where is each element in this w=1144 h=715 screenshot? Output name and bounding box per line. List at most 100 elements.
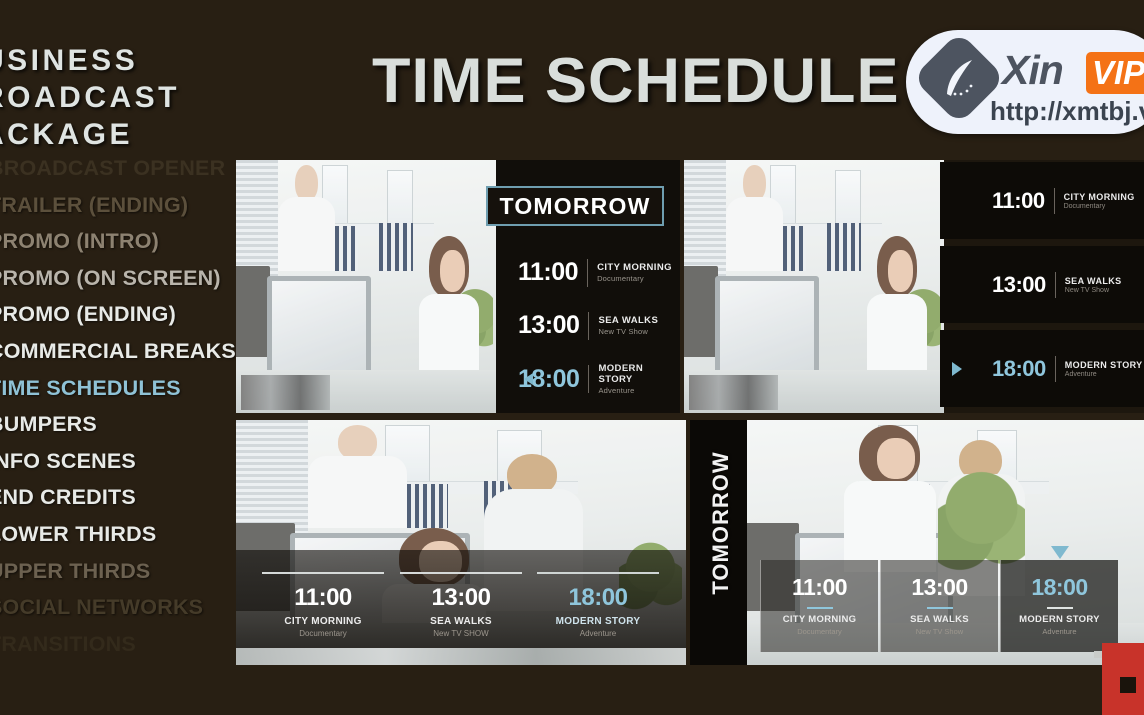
- entry-title: SEA WALKS: [910, 614, 969, 625]
- entry-subtitle: Adventure: [1064, 370, 1097, 378]
- schedule-preview-3[interactable]: 11:00 CITY MORNING Documentary 13:00 SEA…: [236, 420, 686, 665]
- schedule-row[interactable]: 11:00 CITY MORNING Documentary: [940, 162, 1144, 239]
- entry-title: CITY MORNING: [597, 262, 672, 273]
- entry-time: 11:00: [992, 187, 1045, 213]
- schedule-row-highlighted[interactable]: 18:00 MODERN STORY Adventure: [518, 363, 680, 395]
- sidebar-item-transitions[interactable]: TRANSITIONS: [0, 626, 238, 663]
- entry-title: SEA WALKS: [1064, 275, 1122, 286]
- schedule-row[interactable]: 13:00 SEA WALKS New TV Show: [940, 246, 1144, 323]
- watermark-brand: Xin: [1002, 47, 1064, 93]
- entry-time: 11:00: [791, 574, 848, 600]
- entry-time: 11:00: [518, 258, 579, 286]
- entry-subtitle: Adventure: [598, 386, 635, 395]
- sidebar-item-promo-intro[interactable]: PROMO (INTRO): [0, 223, 238, 260]
- entry-subtitle: Adventure: [579, 629, 617, 638]
- entry-time: 13:00: [992, 271, 1046, 297]
- schedule-preview-1[interactable]: TOMORROW 11:00 CITY MORNING Documentary …: [236, 160, 680, 413]
- divider: [588, 311, 590, 340]
- watermark-vip-badge: VIP: [1086, 52, 1144, 94]
- sidebar-item-bumpers[interactable]: BUMPERS: [0, 406, 238, 443]
- entry-subtitle: Documentary: [1063, 202, 1106, 210]
- divider: [1053, 187, 1055, 214]
- preview-photo-1: [236, 160, 496, 413]
- entry-time: 13:00: [518, 311, 580, 339]
- selection-arrow-right-icon: [952, 361, 962, 376]
- divider: [1054, 271, 1056, 298]
- entry-subtitle: New TV SHOW: [433, 629, 489, 638]
- entry-time: 18:00: [1031, 574, 1088, 600]
- accent-bar: [262, 572, 384, 574]
- divider: [587, 258, 589, 287]
- desk-strip-3: [236, 648, 686, 665]
- feather-icon: [947, 60, 973, 96]
- entry-title: MODERN STORY: [1019, 614, 1100, 625]
- sidebar-item-lower-thirds[interactable]: LOWER THIRDS: [0, 516, 238, 553]
- sidebar-item-trailer-ending[interactable]: TRAILER (ENDING): [0, 187, 238, 224]
- watermark-url: http://xmtbj.vi: [990, 96, 1144, 126]
- schedule-card[interactable]: 11:00 CITY MORNING Documentary: [760, 560, 878, 652]
- schedule-column-highlighted[interactable]: 18:00 MODERN STORY Adventure: [537, 572, 659, 638]
- entry-subtitle: New TV Show: [598, 327, 649, 336]
- accent-dash: [806, 607, 833, 609]
- schedule-row[interactable]: 13:00 SEA WALKS New TV Show: [518, 311, 658, 340]
- selection-arrow-down-icon: [1050, 546, 1069, 559]
- entry-time: 13:00: [911, 574, 968, 600]
- schedule-preview-2[interactable]: 11:00 CITY MORNING Documentary 13:00 SEA…: [684, 160, 1144, 413]
- entry-title: CITY MORNING: [284, 616, 362, 627]
- entry-title: SEA WALKS: [598, 315, 659, 326]
- day-label-box-1: TOMORROW: [486, 186, 664, 226]
- day-label-sidebar-4: TOMORROW: [690, 420, 747, 665]
- entry-subtitle: Adventure: [1042, 627, 1077, 636]
- selection-arrow-left-icon: [524, 373, 533, 385]
- sidebar-item-time-schedules[interactable]: TIME SCHEDULES: [0, 370, 238, 407]
- schedule-preview-4[interactable]: TOMORROW 11:00 CITY MORNING Documentary …: [690, 420, 1144, 665]
- sidebar-item-promo-ending[interactable]: PROMO (ENDING): [0, 296, 238, 333]
- schedule-list-1: TOMORROW 11:00 CITY MORNING Documentary …: [486, 160, 680, 413]
- divider: [1054, 355, 1056, 382]
- entry-subtitle: Documentary: [797, 627, 842, 636]
- sidebar: USINESS ROADCAST ACKAGE BROADCAST OPENER…: [0, 0, 236, 715]
- entry-title: SEA WALKS: [430, 616, 492, 627]
- entry-subtitle: New TV Show: [915, 627, 964, 636]
- page-title: TIME SCHEDULE: [372, 46, 900, 116]
- accent-dash: [1046, 607, 1073, 609]
- preview-photo-2: [684, 160, 944, 413]
- entry-time: 11:00: [294, 584, 352, 611]
- schedule-row-highlighted[interactable]: 18:00 MODERN STORY Adventure: [940, 330, 1144, 407]
- sidebar-item-social-networks[interactable]: SOCIAL NETWORKS: [0, 589, 238, 626]
- sidebar-item-end-credits[interactable]: END CREDITS: [0, 479, 238, 516]
- brand-line-2: ROADCAST: [0, 81, 180, 114]
- sidebar-item-info-scenes[interactable]: INFO SCENES: [0, 443, 238, 480]
- entry-time: 18:00: [568, 584, 628, 611]
- entry-title: MODERN STORY: [555, 616, 641, 627]
- brand-line-3: ACKAGE: [0, 118, 134, 151]
- schedule-row[interactable]: 11:00 CITY MORNING Documentary: [518, 258, 672, 287]
- accent-bar: [400, 572, 522, 574]
- watermark-badge: Xin VIP http://xmtbj.vi: [906, 30, 1144, 134]
- schedule-column[interactable]: 11:00 CITY MORNING Documentary: [262, 572, 384, 638]
- entry-title: MODERN STORY: [1064, 359, 1143, 370]
- entry-subtitle: Documentary: [597, 274, 644, 283]
- brand-title: USINESS ROADCAST ACKAGE: [0, 42, 232, 153]
- entry-time: 13:00: [431, 584, 491, 611]
- day-label-1: TOMORROW: [499, 192, 651, 219]
- red-corner-logo: [1094, 637, 1144, 715]
- entry-subtitle: New TV Show: [1064, 286, 1110, 294]
- entry-title: CITY MORNING: [782, 614, 857, 625]
- accent-bar: [537, 572, 659, 574]
- sidebar-menu: BROADCAST OPENER TRAILER (ENDING) PROMO …: [0, 150, 238, 662]
- entry-time: 18:00: [992, 355, 1046, 381]
- divider: [588, 365, 590, 393]
- sidebar-item-promo-on-screen[interactable]: PROMO (ON SCREEN): [0, 260, 238, 297]
- sidebar-item-commercial-breaks[interactable]: COMMERCIAL BREAKS: [0, 333, 238, 370]
- entry-title: MODERN STORY: [598, 363, 644, 385]
- brand-line-1: USINESS: [0, 44, 139, 77]
- entry-subtitle: Documentary: [299, 629, 347, 638]
- sidebar-item-broadcast-opener[interactable]: BROADCAST OPENER: [0, 150, 238, 187]
- day-label-4: TOMORROW: [708, 451, 733, 595]
- schedule-column[interactable]: 13:00 SEA WALKS New TV SHOW: [400, 572, 522, 638]
- entry-title: CITY MORNING: [1063, 191, 1135, 202]
- accent-dash: [926, 607, 953, 609]
- schedule-card[interactable]: 13:00 SEA WALKS New TV Show: [880, 560, 998, 652]
- sidebar-item-upper-thirds[interactable]: UPPER THIRDS: [0, 553, 238, 590]
